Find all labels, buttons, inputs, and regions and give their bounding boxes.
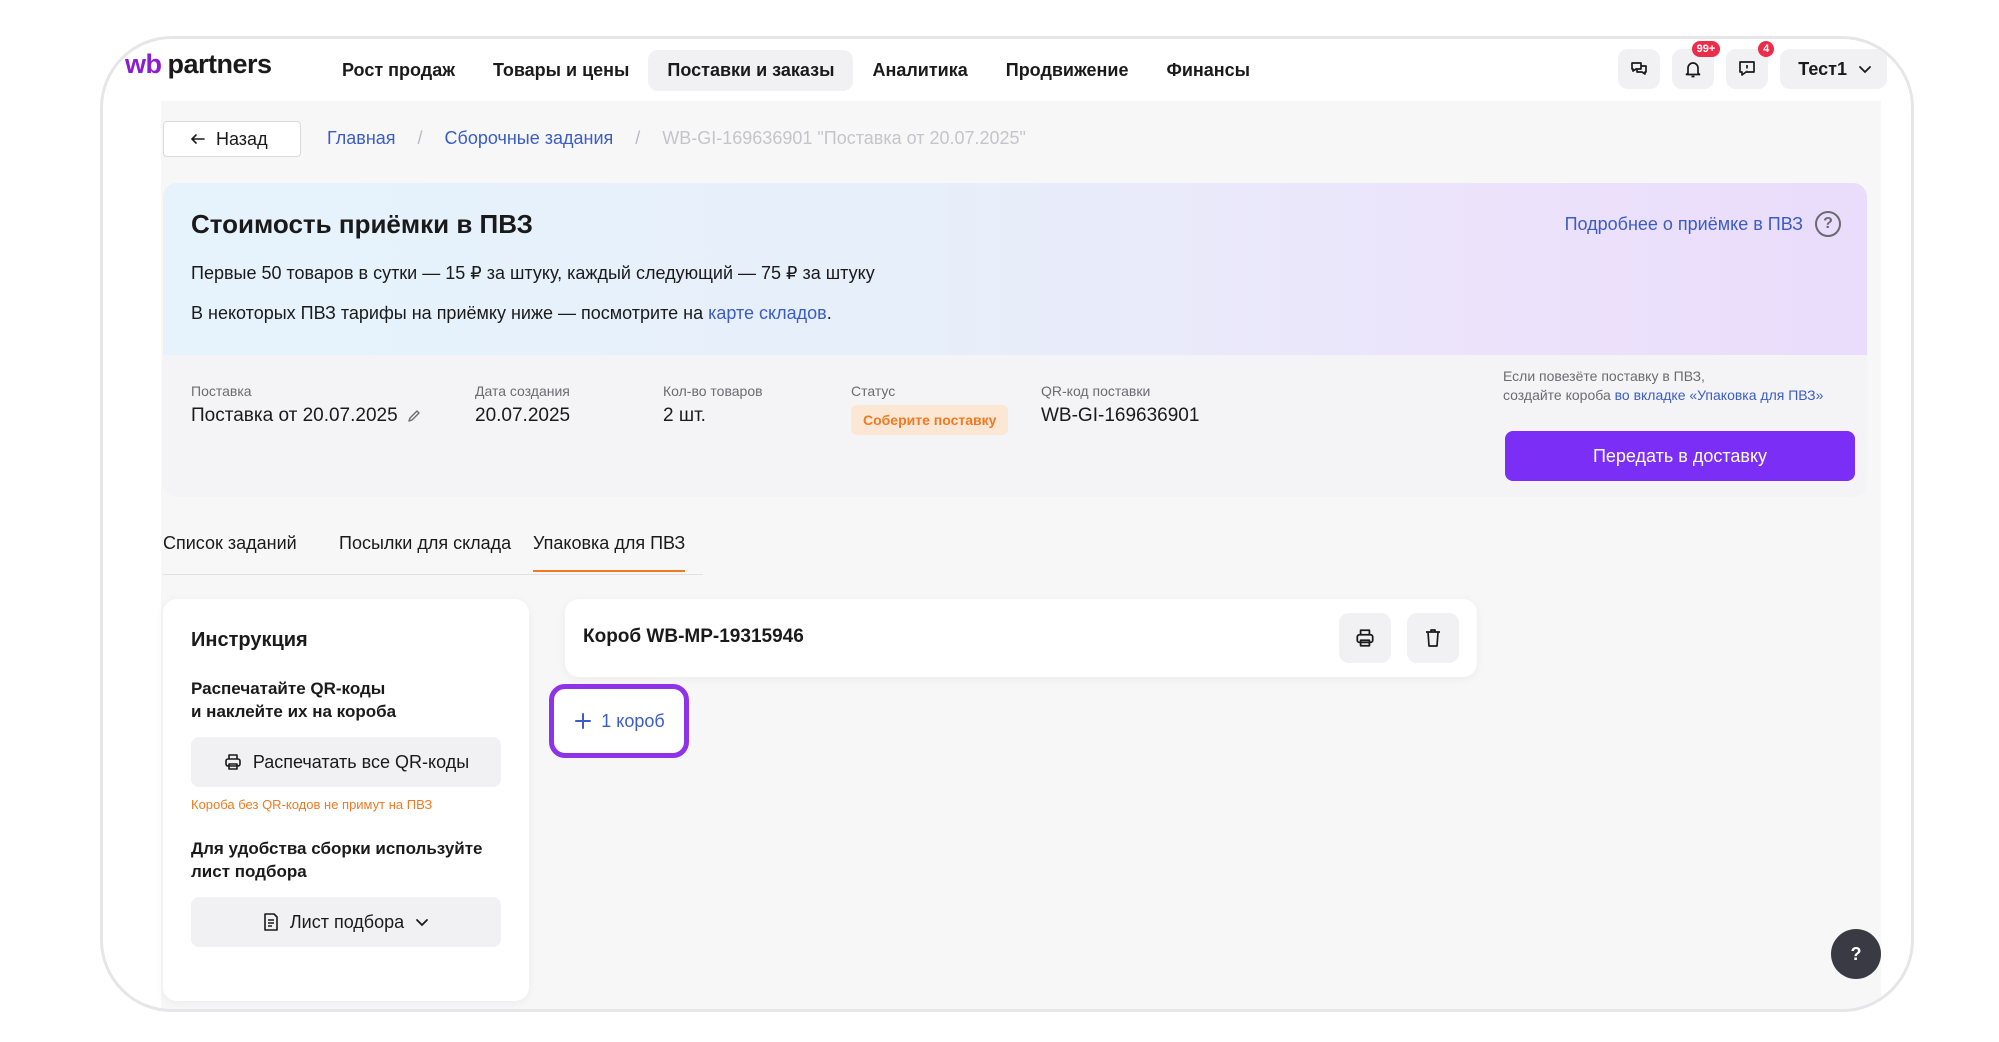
tab-pvz-packaging[interactable]: Упаковка для ПВЗ [533,533,686,572]
goods-count-value: 2 шт. [663,405,706,426]
message-alert-icon [1739,61,1756,76]
creation-date-field: Дата создания 20.07.2025 [475,383,570,427]
supply-name-field: Поставка Поставка от 20.07.2025 [191,383,422,427]
help-button[interactable]: ? [1831,929,1881,979]
pvz-note-line2: создайте короба во вкладке «Упаковка для… [1503,386,1855,405]
pvz-packaging-tab-link[interactable]: во вкладке «Упаковка для ПВЗ» [1615,387,1824,403]
box-row: Короб WB-MP-19315946 [565,599,1477,677]
question-circle-icon: ? [1815,211,1841,237]
supply-name-row: Поставка от 20.07.2025 [191,405,422,427]
breadcrumb-current: WB-GI-169636901 "Поставка от 20.07.2025" [662,128,1026,148]
top-navigation-bar: wb partners Рост продаж Товары и цены По… [103,39,1911,101]
main-content: Назад Главная / Сборочные задания / WB-G… [161,101,1881,1009]
delete-box-button[interactable] [1407,613,1459,663]
back-label: Назад [216,128,268,149]
logo-partners: partners [167,49,273,79]
banner-map-text: В некоторых ПВЗ тарифы на приёмку ниже —… [191,303,832,324]
pvz-note-prefix: создайте короба [1503,387,1615,403]
chevron-down-icon [416,919,429,927]
banner-tariff-text: Первые 50 товаров в сутки — 15 ₽ за штук… [191,263,875,283]
goods-count-field: Кол-во товаров 2 шт. [663,383,763,427]
notifications-badge: 99+ [1691,41,1721,57]
instruction-title: Инструкция [191,629,308,651]
trash-icon [1426,629,1440,647]
breadcrumb-home[interactable]: Главная [327,128,396,149]
nav-item-promotion[interactable]: Продвижение [987,50,1148,91]
supply-tabs: Список заданий Посылки для склада Упаков… [163,533,703,575]
banner-map-prefix: В некоторых ПВЗ тарифы на приёмку ниже —… [191,303,709,323]
nav-item-sales-growth[interactable]: Рост продаж [323,50,474,91]
chat-button[interactable] [1618,49,1661,89]
messages-badge: 4 [1758,41,1775,57]
instruction-step-print: Распечатайте QR-коды и наклейте их на ко… [191,677,511,723]
add-box-button[interactable]: 1 короб [549,684,689,758]
breadcrumb-separator: / [417,128,423,148]
nav-item-finance[interactable]: Финансы [1147,50,1269,91]
instruction-step-picklist: Для удобства сборки используйте лист под… [191,837,511,883]
nav-item-analytics[interactable]: Аналитика [853,50,986,91]
notifications-button[interactable]: 99+ [1672,41,1721,89]
pvz-more-label: Подробнее о приёмке в ПВЗ [1564,213,1803,234]
qr-code-label: QR-код поставки [1041,383,1151,399]
pvz-cost-banner: Стоимость приёмки в ПВЗ Первые 50 товаро… [163,183,1867,355]
banner-title: Стоимость приёмки в ПВЗ [191,209,533,239]
print-all-qr-label: Распечатать все QR-коды [252,751,470,772]
step-picklist-line2: лист подбора [191,862,307,881]
step-print-line2: и наклейте их на короба [191,702,397,721]
banner-map-suffix: . [826,303,832,323]
printer-icon [1356,629,1374,647]
chat-icon [1631,62,1648,75]
creation-date-value: 20.07.2025 [475,405,571,426]
nav-item-goods-prices[interactable]: Товары и цены [474,50,648,91]
transfer-to-delivery-button[interactable]: Передать в доставку [1505,431,1855,481]
nav-item-supplies-orders[interactable]: Поставки и заказы [648,50,854,91]
goods-count-label: Кол-во товаров [663,383,763,399]
print-box-qr-button[interactable] [1339,613,1391,663]
wb-partners-logo[interactable]: wb partners [125,49,272,80]
chevron-down-icon [1859,66,1871,74]
main-nav: Рост продаж Товары и цены Поставки и зак… [323,50,1269,91]
step-print-line1: Распечатайте QR-коды [191,679,386,698]
box-title: Короб WB-MP-19315946 [583,626,804,647]
pick-list-label: Лист подбора [289,911,405,932]
pvz-note-line1: Если повезёте поставку в ПВЗ, [1503,368,1705,384]
support-messages-button[interactable]: 4 [1726,41,1775,89]
status-badge: Соберите поставку [851,405,1009,435]
qr-warning-text: Короба без QR-кодов не примут на ПВЗ [191,797,433,812]
tab-warehouse-parcels[interactable]: Посылки для склада [339,533,511,554]
top-actions: 99+ 4 Тест1 [1618,41,1887,89]
status-field: Статус Соберите поставку [851,383,1009,435]
creation-date-label: Дата создания [475,383,570,399]
logo-wb: wb [125,49,162,79]
breadcrumb-assembly-tasks[interactable]: Сборочные задания [445,128,614,149]
pick-list-dropdown[interactable]: Лист подбора [191,897,501,947]
qr-code-value: WB-GI-169636901 [1041,405,1200,426]
pencil-icon[interactable] [406,408,422,424]
arrow-left-icon [190,134,205,144]
app-window: wb partners Рост продаж Товары и цены По… [100,36,1914,1012]
user-menu-button[interactable]: Тест1 [1780,49,1887,89]
print-all-qr-button[interactable]: Распечатать все QR-коды [191,737,501,787]
tab-task-list[interactable]: Список заданий [163,533,297,554]
qr-code-field: QR-код поставки WB-GI-169636901 [1041,383,1199,427]
status-label: Статус [851,383,896,399]
warehouse-map-link[interactable]: карте складов [708,303,827,323]
add-box-label: 1 короб [601,710,665,731]
supply-name-value: Поставка от 20.07.2025 [191,405,398,426]
instruction-panel: Инструкция Распечатайте QR-коды и наклей… [163,599,529,1001]
printer-icon [225,754,241,770]
breadcrumb: Главная / Сборочные задания / WB-GI-1696… [327,128,1026,149]
pvz-note: Если повезёте поставку в ПВЗ, создайте к… [1503,367,1855,405]
breadcrumb-separator: / [635,128,641,148]
user-name: Тест1 [1798,58,1847,79]
supply-name-label: Поставка [191,383,252,399]
bell-icon [1685,62,1701,78]
document-icon [264,913,278,931]
step-picklist-line1: Для удобства сборки используйте [191,839,483,858]
supply-card: Стоимость приёмки в ПВЗ Первые 50 товаро… [163,183,1867,497]
back-button[interactable]: Назад [163,121,301,157]
pvz-more-link[interactable]: Подробнее о приёмке в ПВЗ ? [1565,211,1841,237]
plus-icon [575,713,592,729]
